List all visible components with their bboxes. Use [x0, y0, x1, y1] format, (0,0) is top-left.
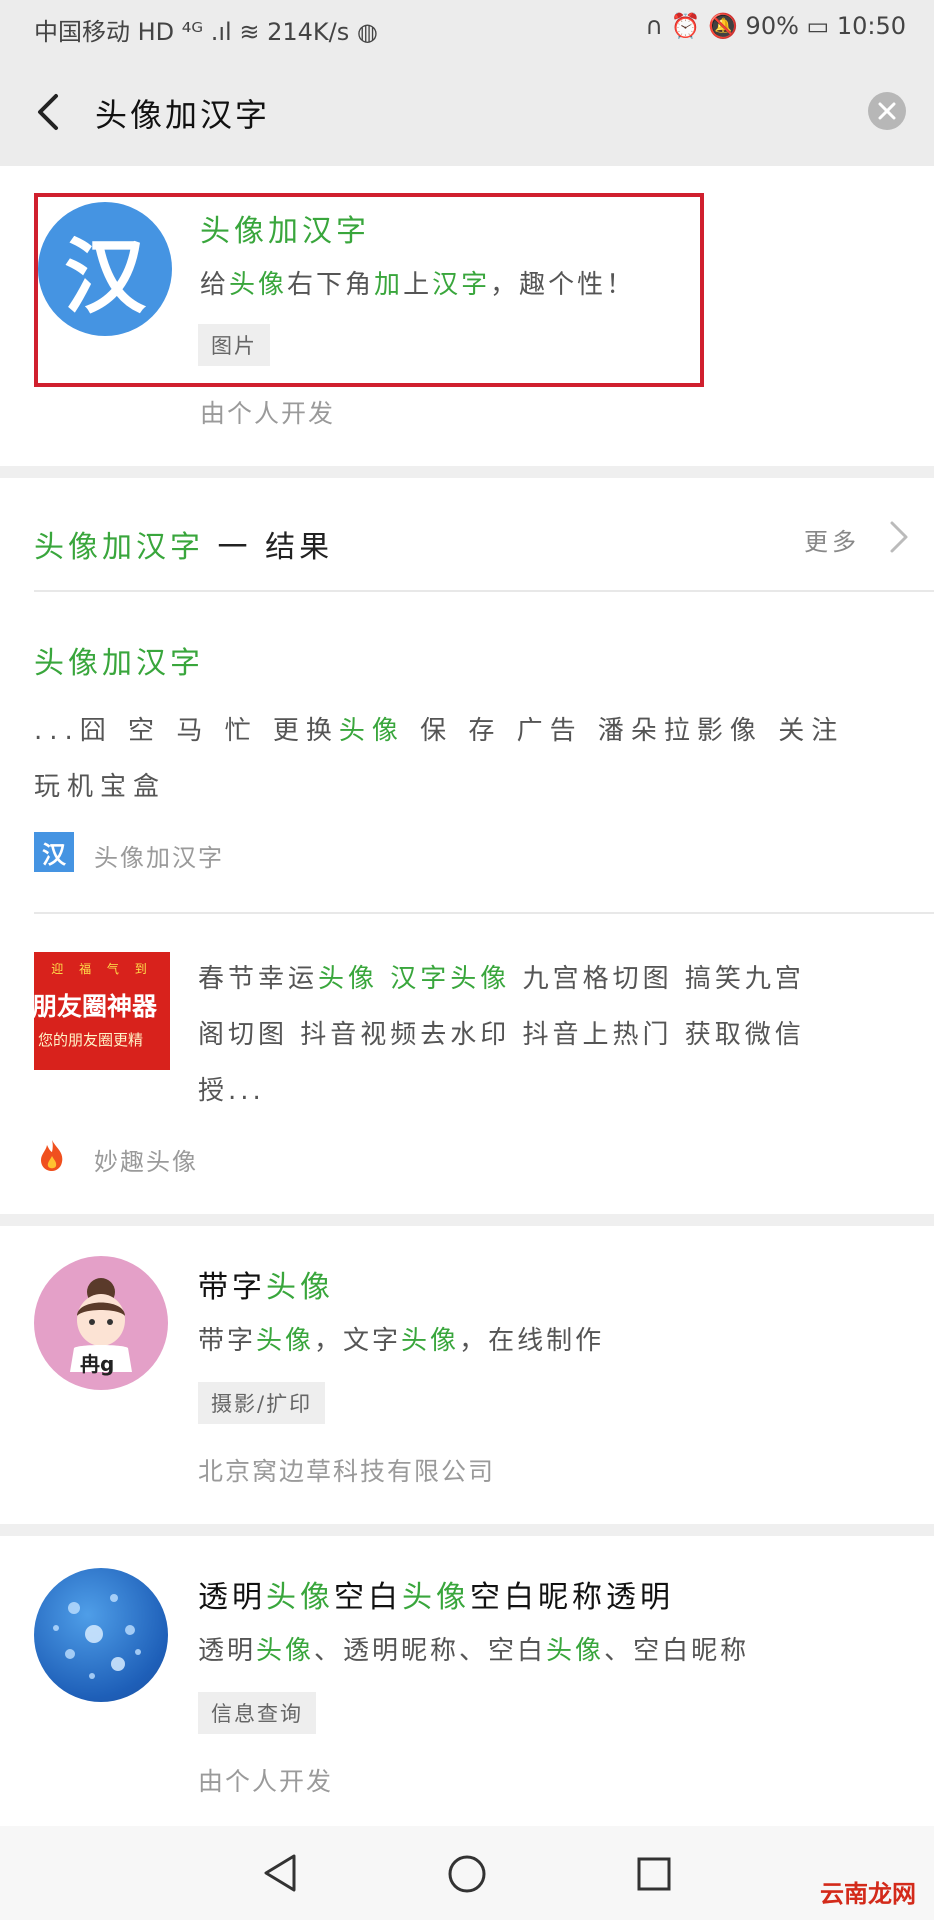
article-snippet-line2: 阁切图 抖音视频去水印 抖音上热门 获取微信: [198, 1020, 805, 1050]
status-left: 中国移动 HD ⁴ᴳ .ıl ≋ 214K/s ◍: [34, 18, 378, 46]
thumbnail-top-text: 迎 福 气 到: [51, 962, 153, 976]
water-drops-icon: [53, 1594, 141, 1679]
app-icon: [34, 1568, 168, 1702]
clear-search-button[interactable]: [868, 92, 906, 130]
fire-icon: [41, 1140, 63, 1171]
close-icon: [878, 102, 896, 120]
highlight-frame: [34, 193, 704, 387]
nav-home-icon[interactable]: [447, 1854, 487, 1894]
article-result-1[interactable]: 头像加汉字 ...囧 空 马 忙 更换头像 保 存 广告 潘朵拉影像 关注 玩机…: [0, 596, 934, 912]
thumbnail-sub-text: 您的朋友圈更精: [38, 1031, 144, 1049]
article-snippet-line3: 授...: [198, 1076, 265, 1106]
category-tag: 信息查询: [198, 1692, 316, 1734]
section-divider: [0, 466, 934, 478]
nav-recents-icon[interactable]: [636, 1856, 672, 1892]
article-result-2[interactable]: 迎 福 气 到 朋友圈神器 您的朋友圈更精 春节幸运头像 汉字头像 九宫格切图 …: [0, 914, 934, 1214]
article-source: 头像加汉字: [94, 844, 224, 872]
more-link[interactable]: 更多: [804, 522, 860, 557]
developer-label: 北京窝边草科技有限公司: [198, 1457, 496, 1486]
article-snippet-line1: ...囧 空 马 忙 更换头像 保 存 广告 潘朵拉影像 关注: [34, 716, 845, 746]
app-description: 透明头像、透明昵称、空白头像、空白昵称: [198, 1636, 750, 1666]
divider: [34, 590, 934, 592]
category-tag: 摄影/扩印: [198, 1382, 326, 1424]
developer-label: 由个人开发: [198, 1767, 334, 1796]
status-right: ∩ ⏰ 🔕 90% ▭ 10:50: [645, 12, 906, 40]
article-thumbnail: 迎 福 气 到 朋友圈神器 您的朋友圈更精: [34, 952, 170, 1070]
nav-back-icon[interactable]: [262, 1852, 298, 1894]
results-section-title: 头像加汉字 一 结果: [34, 530, 334, 565]
section-divider: [0, 1524, 934, 1536]
app-result-3[interactable]: 透明头像空白头像空白昵称透明 透明头像、透明昵称、空白头像、空白昵称 信息查询 …: [0, 1536, 934, 1826]
article-source: 妙趣头像: [94, 1148, 198, 1176]
watermark: 云南龙网: [820, 1880, 916, 1908]
app-description: 带字头像，文字头像，在线制作: [198, 1326, 605, 1356]
chevron-right-icon[interactable]: [884, 520, 914, 554]
thumbnail-main-text: 朋友圈神器: [34, 992, 158, 1021]
developer-label: 由个人开发: [200, 399, 336, 428]
avatar-caption: 冉g: [80, 1352, 115, 1376]
source-icon: 汉: [34, 832, 74, 872]
article-snippet-line2: 玩机宝盒: [34, 772, 167, 802]
article-snippet-line1: 春节幸运头像 汉字头像 九宫格切图 搞笑九宫: [198, 964, 805, 994]
search-query[interactable]: 头像加汉字: [95, 90, 270, 136]
app-icon: 冉g: [34, 1256, 168, 1390]
app-name: 透明头像空白头像空白昵称透明: [198, 1580, 674, 1615]
back-arrow-icon[interactable]: [30, 92, 70, 132]
app-result-2[interactable]: 冉g 带字头像 带字头像，文字头像，在线制作 摄影/扩印 北京窝边草科技有限公司: [0, 1226, 934, 1524]
app-name: 带字头像: [198, 1270, 334, 1305]
section-divider: [0, 1214, 934, 1226]
article-title: 头像加汉字: [34, 646, 204, 681]
status-bar: 中国移动 HD ⁴ᴳ .ıl ≋ 214K/s ◍ ∩ ⏰ 🔕 90% ▭ 10…: [0, 0, 934, 56]
